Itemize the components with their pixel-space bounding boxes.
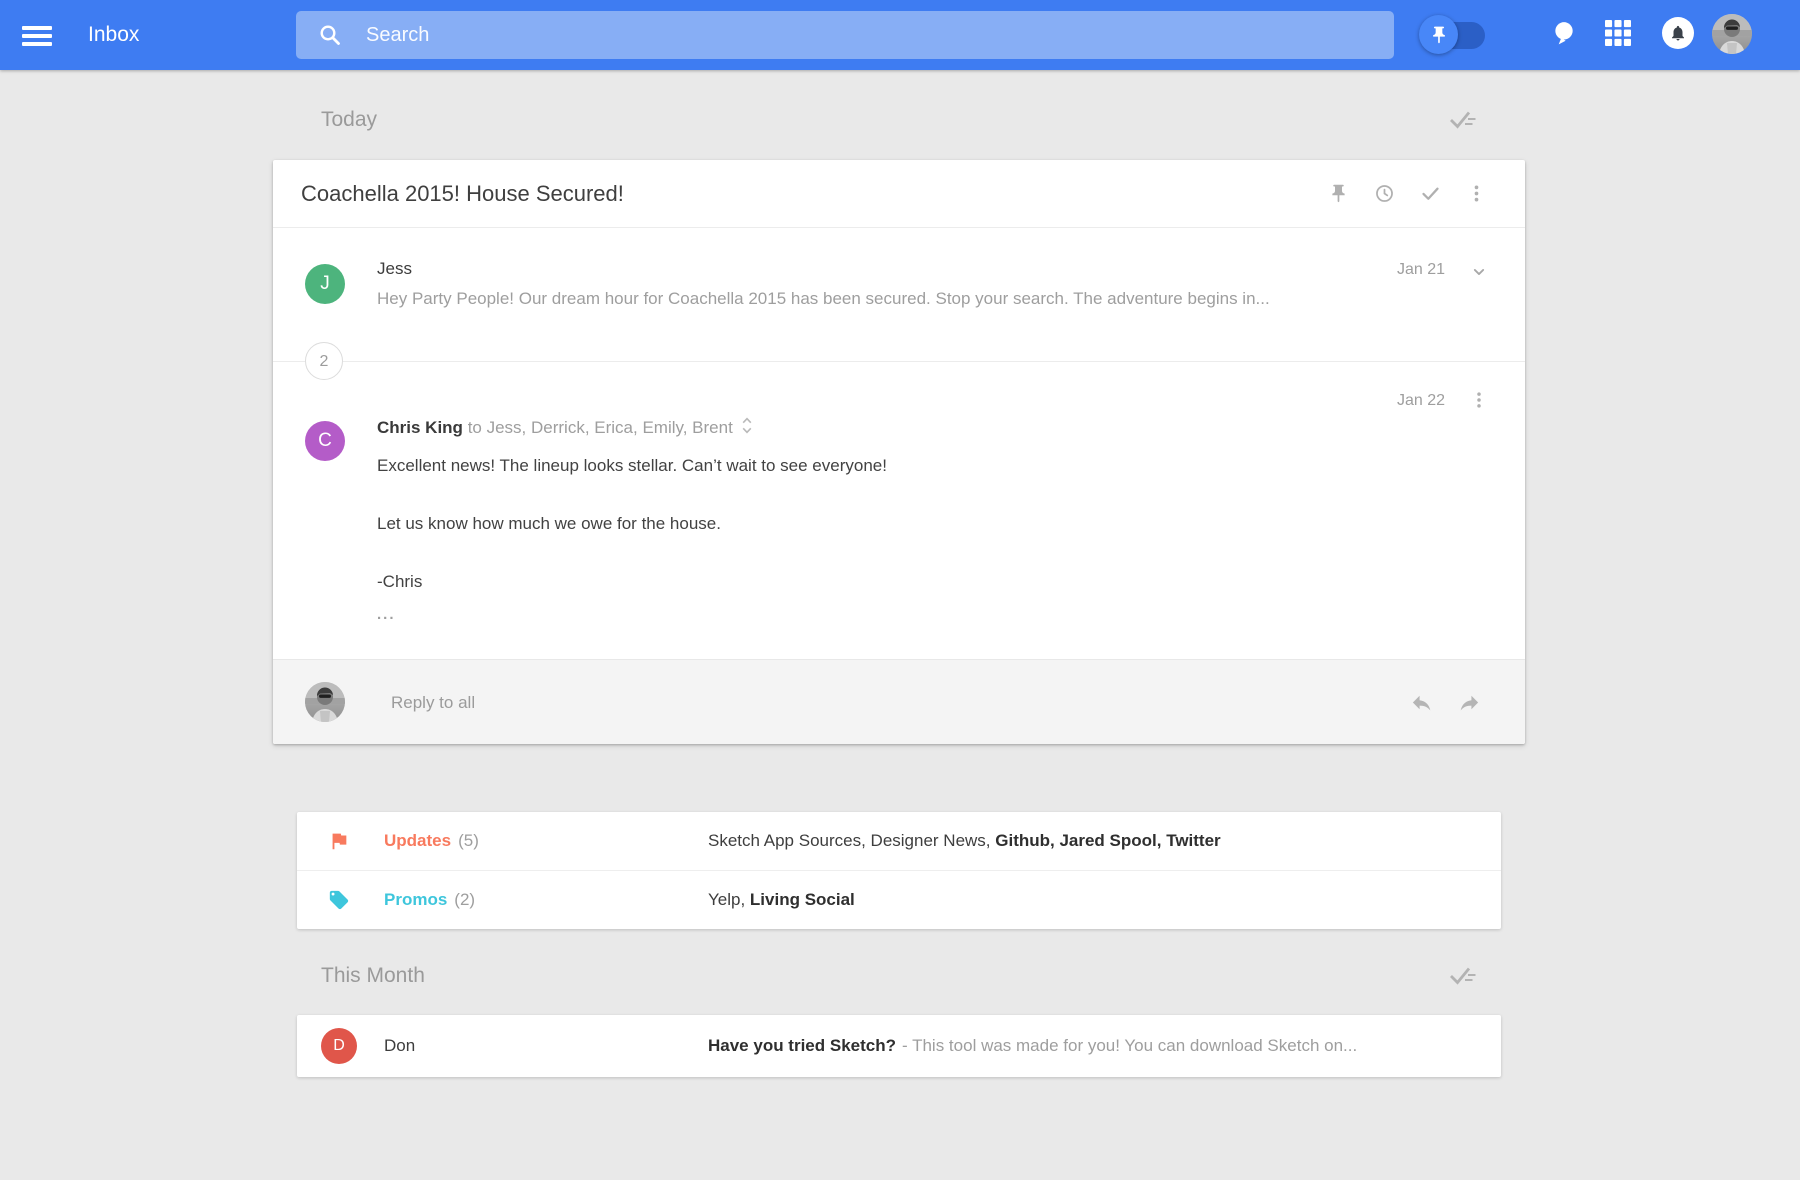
- body-signature: -Chris: [377, 570, 887, 594]
- flag-icon: [328, 830, 350, 852]
- pin-toggle[interactable]: [1419, 15, 1485, 55]
- reply-bar: Reply to all: [273, 659, 1525, 744]
- bundle-count: (2): [454, 890, 475, 909]
- section-header-today: Today: [321, 104, 1478, 136]
- toggle-knob[interactable]: [1419, 15, 1458, 54]
- email-row-don[interactable]: D Don Have you tried Sketch? - This tool …: [297, 1015, 1501, 1077]
- notifications-button[interactable]: [1662, 17, 1694, 49]
- app-header: Inbox: [0, 0, 1800, 70]
- reply-icon[interactable]: [1410, 691, 1433, 714]
- bell-icon: [1669, 24, 1687, 42]
- avatar-photo: [1712, 14, 1752, 54]
- message-date: Jan 22: [1397, 392, 1445, 410]
- show-trimmed-content[interactable]: ...: [377, 610, 887, 620]
- email-sender: Don: [384, 1015, 415, 1077]
- message-body: Excellent news! The lineup looks stellar…: [377, 454, 887, 620]
- reply-to-all-field[interactable]: Reply to all: [391, 660, 475, 745]
- inbox-app: Inbox: [0, 0, 1800, 1180]
- bundle-count: (5): [458, 831, 479, 850]
- feedback-bubble-icon[interactable]: [1551, 20, 1577, 46]
- avatar-photo: [305, 682, 345, 722]
- avatar-don: D: [321, 1028, 357, 1064]
- bundle-label: Updates: [384, 831, 451, 850]
- message-expanded-chris: 2 C Chris King to Jess, Derrick, Erica, …: [273, 361, 1525, 657]
- bundle-title: Promos (2): [384, 871, 475, 929]
- sweep-done-icon[interactable]: [1448, 108, 1478, 132]
- bundle-label: Promos: [384, 890, 447, 909]
- user-avatar: [305, 682, 345, 722]
- senders-unread: Living Social: [750, 890, 855, 909]
- email-subject-line: Have you tried Sketch? - This tool was ma…: [708, 1015, 1357, 1077]
- page-title: Inbox: [88, 0, 139, 70]
- search-input[interactable]: [364, 23, 1394, 48]
- snooze-clock-icon[interactable]: [1374, 183, 1395, 204]
- search-icon: [318, 23, 342, 47]
- message-collapsed-jess[interactable]: J Jess Hey Party People! Our dream hour …: [273, 228, 1525, 361]
- pin-icon[interactable]: [1328, 183, 1349, 204]
- avatar-jess: J: [305, 264, 345, 304]
- bundles-card: Updates (5) Sketch App Sources, Designer …: [297, 812, 1501, 929]
- chevron-down-icon[interactable]: [1469, 262, 1489, 282]
- pushpin-icon: [1429, 25, 1449, 45]
- email-subject: Have you tried Sketch?: [708, 1036, 896, 1055]
- apps-grid-icon[interactable]: [1605, 20, 1631, 46]
- bundle-row-promos[interactable]: Promos (2) Yelp, Living Social: [297, 870, 1501, 928]
- senders-read: Yelp,: [708, 890, 750, 909]
- sweep-done-icon[interactable]: [1448, 964, 1478, 988]
- more-options-icon[interactable]: [1466, 183, 1487, 204]
- body-paragraph: Let us know how much we owe for the hous…: [377, 512, 887, 536]
- tag-icon: [328, 889, 350, 911]
- bundle-senders: Yelp, Living Social: [708, 871, 855, 929]
- bundle-row-updates[interactable]: Updates (5) Sketch App Sources, Designer …: [297, 812, 1501, 870]
- avatar-chris: C: [305, 421, 345, 461]
- message-header: Chris King to Jess, Derrick, Erica, Emil…: [377, 416, 753, 438]
- bundle-title: Updates (5): [384, 812, 479, 870]
- senders-unread: Github, Jared Spool, Twitter: [995, 831, 1220, 850]
- thread-subject: Coachella 2015! House Secured!: [301, 181, 624, 207]
- section-label: Today: [321, 108, 377, 132]
- email-thread-card: Coachella 2015! House Secured! J: [273, 160, 1525, 744]
- collapsed-count-badge[interactable]: 2: [305, 342, 343, 380]
- recipients-expander-icon[interactable]: [741, 416, 753, 435]
- account-avatar[interactable]: [1712, 14, 1752, 54]
- search-bar[interactable]: [296, 11, 1394, 59]
- done-check-icon[interactable]: [1420, 183, 1441, 204]
- thread-header: Coachella 2015! House Secured!: [273, 160, 1525, 228]
- message-more-icon[interactable]: [1469, 390, 1489, 410]
- message-sender: Chris King: [377, 418, 463, 437]
- message-sender: Jess: [377, 259, 412, 279]
- section-header-this-month: This Month: [321, 960, 1478, 992]
- message-recipients: to Jess, Derrick, Erica, Emily, Brent: [468, 418, 733, 437]
- forward-icon[interactable]: [1458, 691, 1481, 714]
- senders-read: Sketch App Sources, Designer News,: [708, 831, 995, 850]
- menu-icon[interactable]: [22, 26, 52, 46]
- email-snippet: - This tool was made for you! You can do…: [902, 1036, 1357, 1055]
- message-preview: Hey Party People! Our dream hour for Coa…: [377, 289, 1270, 309]
- bundle-senders: Sketch App Sources, Designer News, Githu…: [708, 812, 1221, 870]
- section-label: This Month: [321, 964, 425, 988]
- body-paragraph: Excellent news! The lineup looks stellar…: [377, 454, 887, 478]
- message-date: Jan 21: [1397, 261, 1445, 279]
